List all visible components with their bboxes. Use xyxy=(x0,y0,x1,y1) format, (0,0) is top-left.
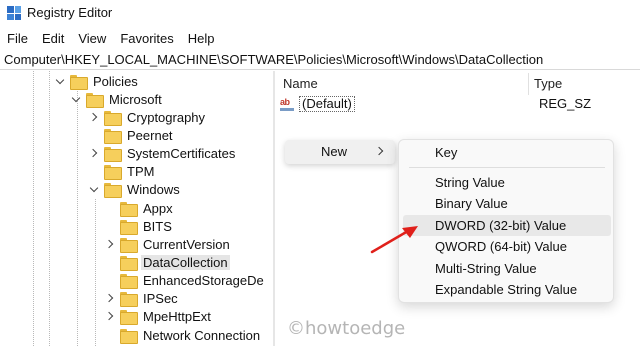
tree-item-label: DataCollection xyxy=(141,254,230,270)
tree-item-label: Appx xyxy=(143,200,173,216)
menu-item-qword-value[interactable]: QWORD (64-bit) Value xyxy=(403,236,611,257)
tree-item-datacollection[interactable]: DataCollection xyxy=(105,253,230,271)
value-row-default[interactable]: ab (Default) REG_SZ xyxy=(280,95,635,113)
value-type: REG_SZ xyxy=(539,96,592,111)
column-separator[interactable] xyxy=(528,73,529,95)
tree-item-bits[interactable]: BITS xyxy=(105,217,174,235)
folder-icon xyxy=(86,92,104,108)
chevron-down-icon[interactable] xyxy=(55,75,67,87)
tree-item-label: BITS xyxy=(143,218,172,234)
tree-item-label: Network Connection xyxy=(143,327,261,343)
tree-item-mpehttpext[interactable]: MpeHttpExt xyxy=(105,307,213,325)
menu-item-string-value[interactable]: String Value xyxy=(403,172,611,193)
tree-item-tpm[interactable]: TPM xyxy=(89,162,156,180)
tree-item-label: Cryptography xyxy=(127,109,206,125)
tree-item-label: TPM xyxy=(127,163,155,179)
tree-item-peernet[interactable]: Peernet xyxy=(89,126,175,144)
menu-separator xyxy=(409,167,605,168)
tree-item-windows[interactable]: Windows xyxy=(89,180,182,198)
folder-icon xyxy=(120,328,138,344)
value-name: (Default) xyxy=(299,96,355,112)
folder-icon xyxy=(104,164,122,180)
folder-icon xyxy=(120,237,138,253)
folder-icon xyxy=(120,273,138,289)
tree-item-appx[interactable]: Appx xyxy=(105,199,175,217)
folder-icon xyxy=(104,128,122,144)
tree-item-currentversion[interactable]: CurrentVersion xyxy=(105,235,232,253)
chevron-right-icon[interactable] xyxy=(105,238,117,250)
title-bar: Registry Editor xyxy=(0,0,640,26)
context-menu-new-label: New xyxy=(321,144,348,159)
string-value-icon: ab xyxy=(280,97,296,111)
menu-edit[interactable]: Edit xyxy=(35,29,71,49)
chevron-right-icon[interactable] xyxy=(89,147,101,159)
folder-icon xyxy=(120,219,138,235)
window-title: Registry Editor xyxy=(27,5,113,20)
chevron-right-icon[interactable] xyxy=(105,292,117,304)
tree-item-network-connection[interactable]: Network Connection xyxy=(105,326,262,344)
tree-guide-line xyxy=(49,71,50,346)
watermark: ©howtoedge xyxy=(287,318,406,339)
folder-icon xyxy=(70,74,88,90)
menu-item-binary-value[interactable]: Binary Value xyxy=(403,193,611,214)
menu-bar: File Edit View Favorites Help xyxy=(0,29,222,49)
tree-item-cryptography[interactable]: Cryptography xyxy=(89,108,207,126)
tree-item-label: CurrentVersion xyxy=(143,236,230,252)
registry-tree[interactable]: Policies Microsoft Cryptography Peernet … xyxy=(0,71,273,346)
folder-icon xyxy=(120,291,138,307)
column-header-type[interactable]: Type xyxy=(534,76,562,91)
menu-view[interactable]: View xyxy=(71,29,113,49)
tree-item-label: MpeHttpExt xyxy=(143,308,211,324)
chevron-right-icon xyxy=(376,146,384,157)
tree-item-label: Peernet xyxy=(127,127,173,143)
chevron-down-icon[interactable] xyxy=(89,183,101,195)
tree-item-label: SystemCertificates xyxy=(127,145,236,161)
menu-item-expandable-string-value[interactable]: Expandable String Value xyxy=(403,279,611,300)
column-header-name[interactable]: Name xyxy=(283,76,318,91)
folder-icon xyxy=(104,182,122,198)
new-submenu: Key String Value Binary Value DWORD (32-… xyxy=(398,139,614,303)
tree-item-policies[interactable]: Policies xyxy=(55,72,140,90)
registry-editor-icon xyxy=(7,6,21,20)
folder-icon xyxy=(120,255,138,271)
tree-guide-line xyxy=(33,71,34,346)
tree-item-label: Windows xyxy=(127,181,180,197)
folder-icon xyxy=(120,201,138,217)
address-bar[interactable]: Computer\HKEY_LOCAL_MACHINE\SOFTWARE\Pol… xyxy=(0,50,640,70)
menu-item-key[interactable]: Key xyxy=(403,142,611,163)
folder-icon xyxy=(120,309,138,325)
tree-guide-line xyxy=(77,91,78,346)
folder-icon xyxy=(104,146,122,162)
folder-icon xyxy=(104,110,122,126)
chevron-right-icon[interactable] xyxy=(89,111,101,123)
tree-item-microsoft[interactable]: Microsoft xyxy=(71,90,164,108)
menu-file[interactable]: File xyxy=(0,29,35,49)
tree-guide-line xyxy=(95,199,96,346)
tree-item-enhancedstorage[interactable]: EnhancedStorageDe xyxy=(105,271,266,289)
menu-item-dword-value[interactable]: DWORD (32-bit) Value xyxy=(403,215,611,236)
red-annotation-arrow-icon xyxy=(370,226,418,254)
tree-item-label: IPSec xyxy=(143,290,178,306)
menu-help[interactable]: Help xyxy=(181,29,222,49)
chevron-down-icon[interactable] xyxy=(71,93,83,105)
tree-item-label: EnhancedStorageDe xyxy=(143,272,264,288)
menu-item-multi-string-value[interactable]: Multi-String Value xyxy=(403,258,611,279)
tree-item-ipsec[interactable]: IPSec xyxy=(105,289,180,307)
menu-favorites[interactable]: Favorites xyxy=(113,29,180,49)
tree-item-label: Microsoft xyxy=(109,91,162,107)
chevron-right-icon[interactable] xyxy=(105,310,117,322)
tree-item-systemcertificates[interactable]: SystemCertificates xyxy=(89,144,237,162)
tree-item-label: Policies xyxy=(93,73,138,89)
